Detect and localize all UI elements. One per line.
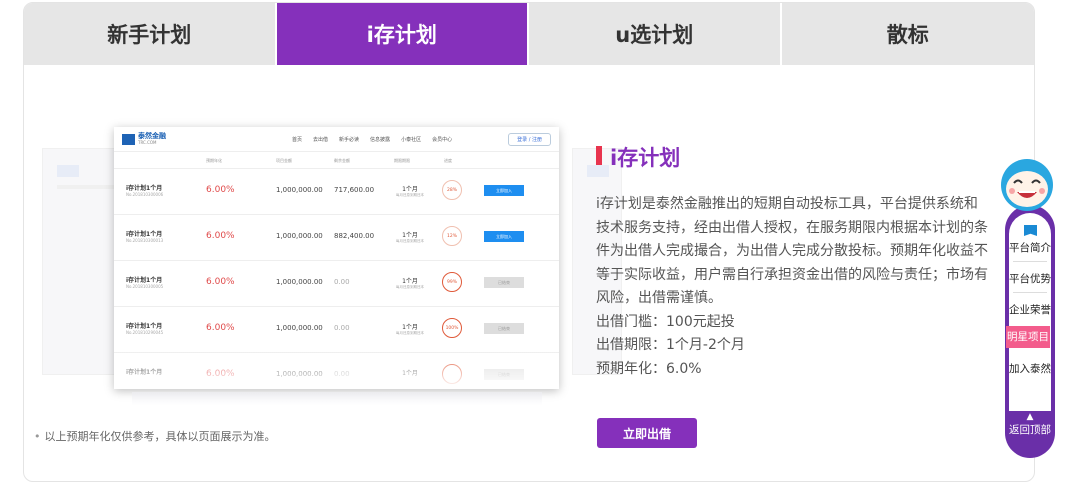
row-number: No.201810300006 xyxy=(126,192,164,197)
brand-logo-icon xyxy=(1024,225,1037,236)
row-rate: 6.00% xyxy=(206,231,235,241)
mock-fade xyxy=(114,349,559,389)
row-remaining: 717,600.00 xyxy=(334,186,375,194)
mock-nav-item: 新手必读 xyxy=(339,136,360,143)
tab-u-select-plan[interactable]: u选计划 xyxy=(529,3,782,65)
row-period-note: 每月还息到期还本 xyxy=(396,239,424,243)
mock-table-row: i存计划1个月 No.201810300013 6.00% 1,000,000.00 8… xyxy=(114,215,559,261)
row-number: No.201810300005 xyxy=(126,284,164,289)
mock-nav-item: 会员中心 xyxy=(432,136,453,143)
divider xyxy=(1013,292,1047,293)
product-tabs: 新手计划 i存计划 u选计划 散标 xyxy=(24,3,1034,65)
row-remaining: 0.00 xyxy=(334,324,350,332)
row-period-value: 1个月 xyxy=(402,232,418,239)
row-rate: 6.00% xyxy=(206,277,235,287)
row-progress-ring: 100% xyxy=(442,318,462,338)
mock-col: 预期年化 xyxy=(206,158,222,163)
row-progress-ring: 12% xyxy=(442,226,462,246)
float-item-advantages[interactable]: 平台优势 xyxy=(1009,271,1051,286)
mock-reflection xyxy=(132,392,542,406)
row-period-value: 1个月 xyxy=(402,278,418,285)
threshold-text: 出借门槛：100元起投 xyxy=(596,313,735,330)
row-progress-ring: 28% xyxy=(442,180,462,200)
invest-now-button[interactable]: 立即出借 xyxy=(597,418,697,448)
title-accent-bar xyxy=(596,146,602,165)
row-rate: 6.00% xyxy=(206,323,235,333)
row-number: No.201810290045 xyxy=(126,330,164,335)
mock-col: 期限期限 xyxy=(394,158,410,163)
row-action-button: 已结束 xyxy=(484,323,524,334)
mock-table-row: i存计划1个月 No.201810300005 6.00% 1,000,000.00 0… xyxy=(114,261,559,307)
mock-login: 登录 / 注册 xyxy=(508,132,551,146)
term-text: 出借期限：1个月-2个月 xyxy=(596,337,745,353)
row-period-value: 1个月 xyxy=(402,324,418,331)
mock-nav-item: 信息披露 xyxy=(370,136,391,143)
mock-column-header: 预期年化 项目金额 剩余金额 期限期限 进度 xyxy=(114,152,559,169)
row-period-value: 1个月 xyxy=(402,186,418,193)
row-amount: 1,000,000.00 xyxy=(276,278,323,286)
row-amount: 1,000,000.00 xyxy=(276,324,323,332)
row-name: i存计划1个月 xyxy=(126,277,163,284)
description-text: i存计划是泰然金融推出的短期自动投标工具，平台提供系统和技术服务支持，经由出借人… xyxy=(596,196,988,306)
row-period: 1个月 每月还息到期还本 xyxy=(392,184,428,198)
row-action-button: 立即加入 xyxy=(484,231,524,242)
float-item-about[interactable]: 平台简介 xyxy=(1009,240,1051,255)
mock-logo-sub: TRC.COM xyxy=(138,140,157,145)
row-action-button: 立即加入 xyxy=(484,185,524,196)
tab-newbie-plan[interactable]: 新手计划 xyxy=(24,3,277,65)
mock-table-row: i存计划1个月 No.201810300006 6.00% 1,000,000.00 7… xyxy=(114,169,559,215)
row-rate: 6.00% xyxy=(206,185,235,195)
float-item-join[interactable]: 加入泰然 xyxy=(1009,361,1051,376)
row-action-button: 已结束 xyxy=(484,277,524,288)
row-amount: 1,000,000.00 xyxy=(276,186,323,194)
row-period-note: 每月还息到期还本 xyxy=(396,285,424,289)
product-screenshot-illustration: 泰然金融 TRC.COM 首页 去出借 新手必读 信息披露 小泰社区 会员中心 … xyxy=(42,120,622,410)
up-arrow-icon: ▲ xyxy=(1026,412,1034,422)
row-amount: 1,000,000.00 xyxy=(276,232,323,240)
back-to-top-button[interactable]: ▲ 返回顶部 xyxy=(1007,412,1053,437)
row-name: i存计划1个月 xyxy=(126,231,163,238)
row-name: i存计划1个月 xyxy=(126,185,163,192)
back-to-top-label: 返回顶部 xyxy=(1009,424,1051,436)
row-period-note: 每月还息到期还本 xyxy=(396,331,424,335)
mock-col: 进度 xyxy=(444,158,452,163)
mock-col: 剩余金额 xyxy=(334,158,350,163)
tab-loose-bids[interactable]: 散标 xyxy=(781,3,1034,65)
mock-nav-item: 小泰社区 xyxy=(401,136,422,143)
disclaimer-note: 以上预期年化仅供参考，具体以页面展示为准。 xyxy=(34,428,276,444)
tab-i-deposit-plan[interactable]: i存计划 xyxy=(276,3,529,65)
float-item-star-projects[interactable]: 明星项目 xyxy=(1006,326,1050,348)
mock-header: 泰然金融 TRC.COM 首页 去出借 新手必读 信息披露 小泰社区 会员中心 … xyxy=(114,127,559,152)
float-item-honors[interactable]: 企业荣誉 xyxy=(1009,302,1051,317)
mock-nav-item: 去出借 xyxy=(313,136,329,143)
mock-logo: 泰然金融 TRC.COM xyxy=(122,133,282,145)
section-title: i存计划 xyxy=(610,146,681,170)
section-description: i存计划是泰然金融推出的短期自动投标工具，平台提供系统和技术服务支持，经由出借人… xyxy=(596,193,991,381)
row-remaining: 0.00 xyxy=(334,278,350,286)
row-period: 1个月 每月还息到期还本 xyxy=(392,230,428,244)
row-progress-ring: 99% xyxy=(442,272,462,292)
mock-nav: 首页 去出借 新手必读 信息披露 小泰社区 会员中心 xyxy=(292,136,452,143)
row-period: 1个月 每月还息到期还本 xyxy=(392,322,428,336)
row-period-note: 每月还息到期还本 xyxy=(396,193,424,197)
row-number: No.201810300013 xyxy=(126,238,164,243)
smiling-mascot-icon xyxy=(1001,159,1053,211)
logo-mark-icon xyxy=(122,133,135,145)
row-period: 1个月 每月还息到期还本 xyxy=(392,276,428,290)
mock-col: 项目金额 xyxy=(276,158,292,163)
mock-nav-item: 首页 xyxy=(292,136,303,143)
divider xyxy=(1013,261,1047,262)
row-name: i存计划1个月 xyxy=(126,323,163,330)
rate-text: 预期年化：6.0% xyxy=(596,360,702,377)
mock-browser-page: 泰然金融 TRC.COM 首页 去出借 新手必读 信息披露 小泰社区 会员中心 … xyxy=(114,127,559,389)
mock-logo-name: 泰然金融 xyxy=(138,132,166,140)
row-remaining: 882,400.00 xyxy=(334,232,375,240)
mock-table-row: i存计划1个月 No.201810290045 6.00% 1,000,000.00 0… xyxy=(114,307,559,353)
